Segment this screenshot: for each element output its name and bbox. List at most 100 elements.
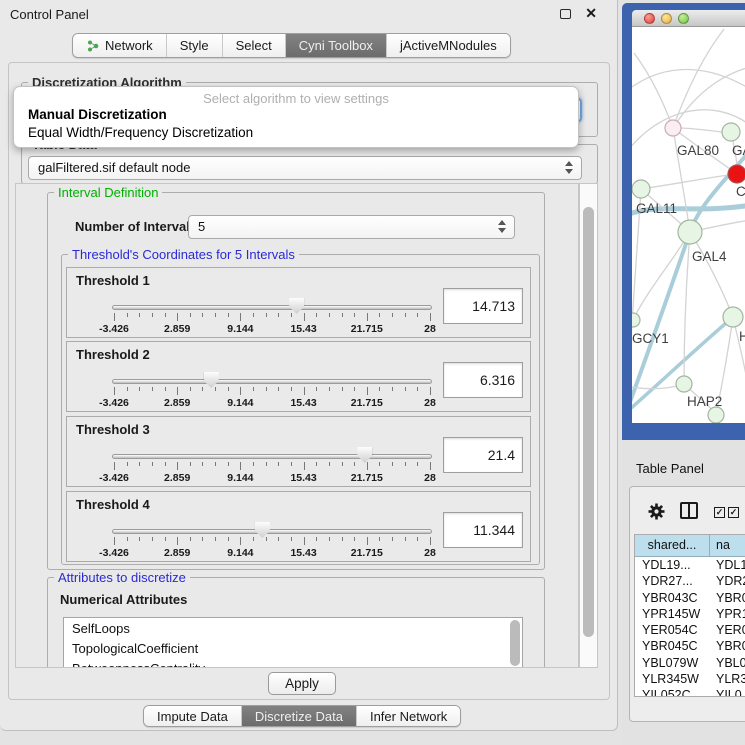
tab-network[interactable]: Network [73, 34, 166, 57]
close-icon[interactable]: ✕ [585, 5, 597, 22]
tab-cyni-toolbox[interactable]: Cyni Toolbox [285, 34, 386, 57]
minimize-traffic-light-icon[interactable] [661, 13, 672, 24]
tick-mark [329, 537, 330, 541]
tick-mark [316, 387, 317, 391]
list-scrollbar[interactable] [510, 620, 520, 666]
control-panel-titlebar: Control Panel ✕ [0, 0, 617, 28]
threshold-label: Threshold 1 [76, 273, 150, 288]
column-header-name[interactable]: na [710, 535, 745, 556]
threshold-slider[interactable]: -3.4262.8599.14415.4321.71528 [112, 370, 432, 412]
network-node[interactable] [678, 220, 702, 244]
scale-label: 2.859 [164, 472, 190, 484]
slider-thumb[interactable] [255, 522, 270, 538]
tick-mark [291, 387, 292, 391]
algorithm-option-manual[interactable]: Manual Discretization [14, 106, 578, 124]
gear-icon[interactable] [647, 502, 666, 521]
panel-scrollbar-track[interactable] [579, 183, 598, 668]
panel-scrollbar-thumb[interactable] [583, 207, 594, 637]
attributes-group: Attributes to discretize Numerical Attri… [47, 577, 545, 668]
tick-mark [266, 313, 267, 317]
network-canvas[interactable]: GAL80GACGAL11GAL4GCY1HHAP2 [632, 27, 745, 423]
node-table[interactable]: shared... na YDL19...YDL1YDR27...YDR2YBR… [634, 534, 745, 697]
attribute-item[interactable]: SelfLoops [64, 620, 522, 638]
slider-track[interactable] [112, 529, 432, 534]
tick-mark [152, 537, 153, 541]
threshold-value-field[interactable]: 11.344 [443, 512, 523, 548]
tab-jactivemnodules[interactable]: jActiveMNodules [386, 34, 510, 57]
table-panel: Table Panel ✓ ✓ shared... na YDL19...YDL… [622, 440, 745, 745]
table-row[interactable]: YBR043CYBR0 [635, 590, 745, 606]
slider-track[interactable] [112, 305, 432, 310]
scale-label: 2.859 [164, 547, 190, 559]
table-row[interactable]: YER054CYER0 [635, 622, 745, 638]
numerical-attributes-list[interactable]: SelfLoops TopologicalCoefficient Betweenne… [63, 617, 523, 668]
threshold-value-field[interactable]: 6.316 [443, 362, 523, 398]
slider-ticks [114, 537, 430, 546]
table-row[interactable]: YBL079WYBL0 [635, 655, 745, 671]
threshold-value-field[interactable]: 21.4 [443, 437, 523, 473]
table-data-combobox[interactable]: galFiltered.sif default node [28, 156, 582, 180]
network-edge [681, 128, 722, 132]
slider-track[interactable] [112, 379, 432, 384]
slider-scale: -3.4262.8599.14415.4321.71528 [114, 547, 430, 560]
algorithm-option-equal-width[interactable]: Equal Width/Frequency Discretization [14, 124, 578, 142]
network-node-label: GA [732, 143, 745, 158]
scale-label: 28 [424, 397, 436, 409]
attribute-item[interactable]: BetweennessCentrality [64, 660, 522, 668]
tick-mark [304, 313, 305, 321]
bottom-tab-infer-network[interactable]: Infer Network [356, 706, 460, 726]
tick-mark [190, 387, 191, 391]
network-node[interactable] [676, 376, 692, 392]
network-node[interactable] [722, 123, 740, 141]
network-node[interactable] [632, 313, 640, 327]
bottom-tab-impute-data[interactable]: Impute Data [144, 706, 241, 726]
threshold-row: Threshold 1 -3.4262.8599.14415.4321.7152… [66, 267, 531, 338]
tick-mark [379, 313, 380, 317]
table-row[interactable]: YPR145WYPR1 [635, 606, 745, 622]
bottom-tab-label: Impute Data [157, 709, 228, 724]
table-cell: YIL052C [635, 687, 710, 697]
slider-thumb[interactable] [289, 298, 304, 314]
threshold-slider[interactable]: -3.4262.8599.14415.4321.71528 [112, 445, 432, 487]
table-row[interactable]: YLR345WYLR3 [635, 671, 745, 687]
scale-label: 15.43 [290, 397, 316, 409]
table-cell: YBR0 [710, 590, 745, 606]
table-panel-title: Table Panel [636, 461, 704, 476]
tab-style[interactable]: Style [166, 34, 222, 57]
threshold-slider[interactable]: -3.4262.8599.14415.4321.71528 [112, 296, 432, 338]
checkbox-icon[interactable]: ✓ [728, 507, 739, 518]
column-header-shared-name[interactable]: shared... [635, 535, 710, 556]
threshold-slider[interactable]: -3.4262.8599.14415.4321.71528 [112, 520, 432, 562]
slider-track[interactable] [112, 454, 432, 459]
network-node[interactable] [665, 120, 681, 136]
tab-select[interactable]: Select [222, 34, 285, 57]
network-node[interactable] [723, 307, 743, 327]
table-row[interactable]: YDR27...YDR2 [635, 573, 745, 589]
scale-label: 15.43 [290, 472, 316, 484]
zoom-traffic-light-icon[interactable] [678, 13, 689, 24]
close-traffic-light-icon[interactable] [644, 13, 655, 24]
attribute-item[interactable]: TopologicalCoefficient [64, 640, 522, 658]
tick-mark [316, 462, 317, 466]
float-window-icon[interactable] [560, 9, 571, 19]
network-node[interactable] [728, 165, 745, 183]
table-row[interactable]: YBR045CYBR0 [635, 638, 745, 654]
table-cell: YER054C [635, 622, 710, 638]
table-row[interactable]: YDL19...YDL1 [635, 557, 745, 573]
network-node[interactable] [708, 407, 724, 423]
tick-mark [127, 537, 128, 541]
slider-thumb[interactable] [357, 447, 372, 463]
network-node[interactable] [632, 180, 650, 198]
bottom-tab-discretize-data[interactable]: Discretize Data [241, 706, 356, 726]
apply-button[interactable]: Apply [268, 672, 336, 695]
checkbox-icon[interactable]: ✓ [714, 507, 725, 518]
number-of-intervals-combobox[interactable]: 5 [188, 215, 515, 239]
network-edge [632, 69, 745, 89]
slider-thumb[interactable] [204, 372, 219, 388]
table-row[interactable]: YIL052CYIL0 [635, 687, 745, 697]
tick-mark [114, 387, 115, 395]
threshold-value-field[interactable]: 14.713 [443, 288, 523, 324]
tick-mark [240, 537, 241, 545]
columns-icon[interactable] [680, 502, 698, 519]
network-window-titlebar[interactable] [632, 10, 745, 27]
